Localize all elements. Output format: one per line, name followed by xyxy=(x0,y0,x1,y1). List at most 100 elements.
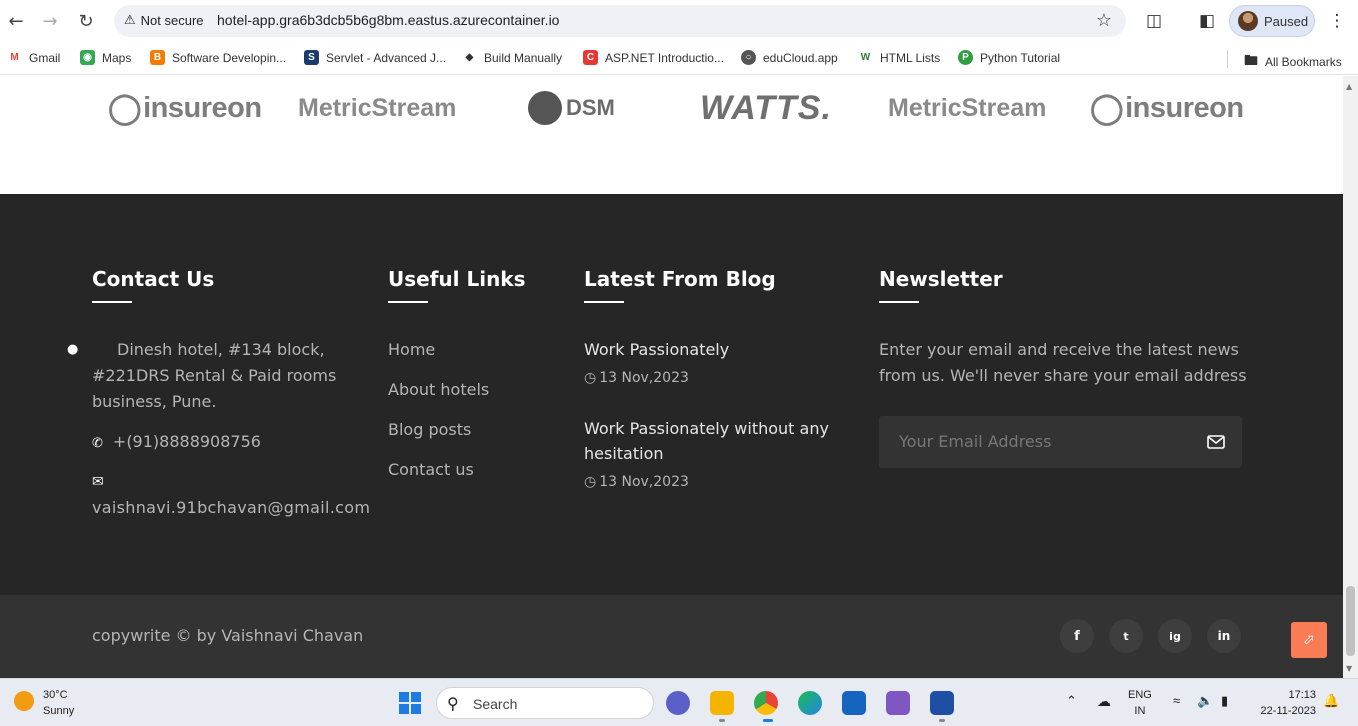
bookmarks-divider xyxy=(1227,50,1228,68)
windows-start-icon[interactable] xyxy=(399,692,421,714)
clock-icon: ◷ xyxy=(584,370,597,386)
logo-watts: WATTS. xyxy=(700,88,832,128)
copyright-bar: copywrite © by Vaishnavi Chavan f t ig i… xyxy=(0,595,1343,678)
bookmark-label: Gmail xyxy=(29,50,61,65)
folder-icon: 🖿 xyxy=(1244,52,1258,68)
blog-title: Latest From Blog xyxy=(584,267,776,291)
newsletter-form xyxy=(879,416,1242,468)
notification-bell-icon[interactable]: 🔔 xyxy=(1323,693,1339,709)
security-label: Not secure xyxy=(140,12,204,28)
contact-phone: ✆ +(91)8888908756 xyxy=(92,429,261,457)
link-contact-us[interactable]: Contact us xyxy=(388,460,474,479)
w3-icon: W xyxy=(858,50,873,65)
title-underline xyxy=(388,301,428,303)
envelope-icon[interactable] xyxy=(1206,432,1226,452)
link-about-hotels[interactable]: About hotels xyxy=(388,380,489,399)
weather-widget[interactable]: 30°C Sunny xyxy=(43,687,74,719)
address-bar[interactable]: ⚠ Not secure hotel-app.gra6b3dcb5b6g8bm.… xyxy=(114,5,1126,37)
servlet-icon: S xyxy=(304,50,319,65)
lang-code: ENG xyxy=(1128,689,1152,701)
profile-button[interactable]: Paused xyxy=(1229,5,1315,37)
logo-text: insureon xyxy=(143,91,262,124)
facebook-icon[interactable]: f xyxy=(1060,619,1094,653)
back-to-top-button[interactable]: ⬀ xyxy=(1291,622,1327,658)
search-icon: ⚲ xyxy=(447,694,459,713)
file-explorer-icon[interactable] xyxy=(710,691,734,715)
blog-post-date: ◷ 13 Nov,2023 xyxy=(584,370,689,386)
chevron-up-icon[interactable]: ⌃ xyxy=(1066,693,1077,709)
python-icon: P xyxy=(958,50,973,65)
contact-address: ● Dinesh hotel, #134 block, #221DRS Renta… xyxy=(67,337,352,415)
logo-text: MetricStream xyxy=(888,93,1047,122)
volume-muted-icon[interactable]: 🔈 xyxy=(1197,693,1213,709)
blog-post-date: ◷ 13 Nov,2023 xyxy=(584,474,689,490)
build-icon: ◆ xyxy=(462,50,477,65)
app-indicator xyxy=(939,719,945,722)
title-underline xyxy=(584,301,624,303)
newsletter-email-input[interactable] xyxy=(899,429,1189,453)
side-panel-icon[interactable]: ◧ xyxy=(1195,9,1219,33)
warning-icon: ⚠ xyxy=(124,12,136,27)
bookmark-label: Servlet - Advanced J... xyxy=(326,50,447,65)
all-bookmarks[interactable]: 🖿 All Bookmarks xyxy=(1244,50,1342,74)
clock-icon: ◷ xyxy=(584,474,597,490)
logo-metricstream-2: MetricStream xyxy=(888,88,1046,128)
sun-icon[interactable] xyxy=(14,691,34,711)
bookmark-aspnet[interactable]: C ASP.NET Introductio... xyxy=(583,50,724,65)
battery-icon[interactable]: ▮ xyxy=(1221,693,1228,709)
blog-post-title[interactable]: Work Passionately without any hesitation xyxy=(584,416,844,466)
browser-toolbar: ← → ↻ ⚠ Not secure hotel-app.gra6b3dcb5b… xyxy=(0,0,1358,42)
language-indicator[interactable]: ENG IN xyxy=(1128,687,1152,719)
bookmark-python[interactable]: P Python Tutorial xyxy=(958,50,1060,65)
wifi-icon[interactable]: ≈ xyxy=(1173,693,1180,709)
clipchamp-icon[interactable] xyxy=(886,691,910,715)
link-home[interactable]: Home xyxy=(388,340,435,359)
security-indicator[interactable]: ⚠ Not secure xyxy=(124,12,204,28)
bookmark-star-icon[interactable]: ☆ xyxy=(1096,10,1112,31)
app-indicator xyxy=(719,719,725,722)
back-icon[interactable]: ← xyxy=(4,9,28,33)
phone-link[interactable]: +(91)8888908756 xyxy=(113,432,261,451)
newsletter-title: Newsletter xyxy=(879,267,1003,291)
email-link[interactable]: vaishnavi.91bchavan@gmail.com xyxy=(92,498,370,517)
envelope-open-icon: ✉ xyxy=(92,474,104,490)
logo-text: MetricStream xyxy=(298,93,457,122)
weather-condition: Sunny xyxy=(43,705,75,717)
bookmark-html-lists[interactable]: W HTML Lists xyxy=(858,50,940,65)
bookmark-gmail[interactable]: M Gmail xyxy=(7,50,60,65)
bookmark-software[interactable]: B Software Developin... xyxy=(150,50,286,65)
scroll-thumb[interactable] xyxy=(1346,586,1355,656)
bookmark-servlet[interactable]: S Servlet - Advanced J... xyxy=(304,50,446,65)
mail-icon[interactable] xyxy=(842,691,866,715)
linkedin-icon[interactable]: in xyxy=(1207,619,1241,653)
link-blog-posts[interactable]: Blog posts xyxy=(388,420,471,439)
bookmark-educloud[interactable]: ○ eduCloud.app xyxy=(741,50,838,65)
bookmark-label: Maps xyxy=(102,50,132,65)
taskbar-search[interactable]: ⚲ Search xyxy=(436,687,654,719)
scroll-up-icon[interactable]: ▲ xyxy=(1346,82,1352,91)
blogger-icon: B xyxy=(150,50,165,65)
edge-icon[interactable] xyxy=(798,691,822,715)
word-icon[interactable] xyxy=(930,691,954,715)
bookmark-build[interactable]: ◆ Build Manually xyxy=(462,50,562,65)
chrome-icon[interactable] xyxy=(754,691,778,715)
twitter-icon[interactable]: t xyxy=(1109,619,1143,653)
bookmark-label: Python Tutorial xyxy=(980,50,1061,65)
page-scrollbar[interactable]: ▲ ▼ xyxy=(1343,76,1358,678)
bookmark-maps[interactable]: ◉ Maps xyxy=(80,50,131,65)
forward-icon[interactable]: → xyxy=(38,9,62,33)
menu-icon[interactable]: ⋮ xyxy=(1325,9,1349,33)
scroll-down-icon[interactable]: ▼ xyxy=(1346,664,1352,673)
blog-post-title[interactable]: Work Passionately xyxy=(584,337,844,362)
extensions-icon[interactable]: ◫ xyxy=(1142,9,1166,33)
date-text: 13 Nov,2023 xyxy=(599,474,689,490)
clock[interactable]: 17:13 22-11-2023 xyxy=(1252,687,1316,719)
teams-icon[interactable] xyxy=(666,691,690,715)
avatar xyxy=(1238,11,1258,31)
url-text[interactable]: hotel-app.gra6b3dcb5b6g8bm.eastus.azurec… xyxy=(217,12,559,28)
all-bookmarks-label: All Bookmarks xyxy=(1265,55,1342,69)
instagram-icon[interactable]: ig xyxy=(1158,619,1192,653)
contact-title: Contact Us xyxy=(92,267,215,291)
reload-icon[interactable]: ↻ xyxy=(74,9,98,33)
onedrive-icon[interactable]: ☁ xyxy=(1097,693,1111,709)
